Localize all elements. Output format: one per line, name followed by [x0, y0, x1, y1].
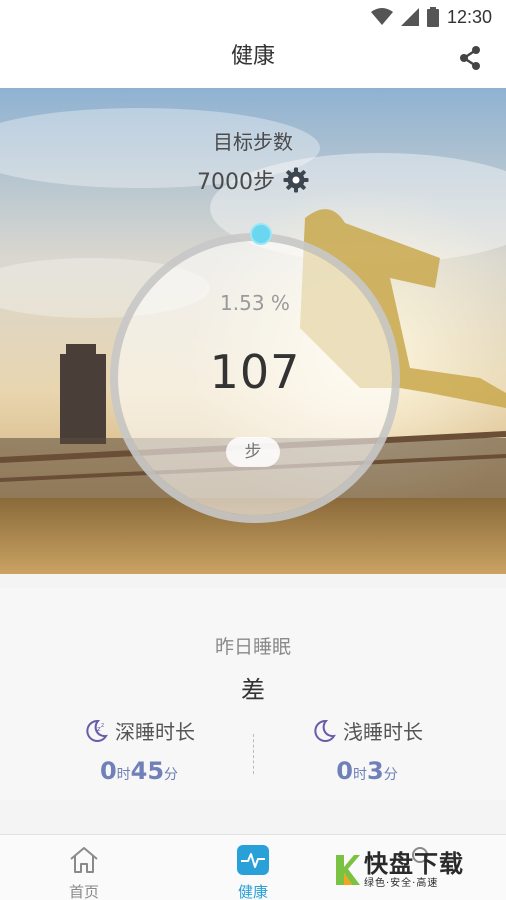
light-sleep-minutes-unit: 分 — [383, 767, 398, 783]
progress-percent: 1.53 % — [220, 291, 290, 315]
light-sleep-hours: 0 — [336, 757, 353, 785]
sleep-divider — [253, 734, 254, 774]
signal-icon — [400, 8, 419, 26]
status-icons: 12:30 — [370, 6, 492, 28]
sleep-title: 昨日睡眠 — [214, 636, 291, 658]
step-progress-ring: 1.53 % 107 步 — [110, 223, 400, 523]
progress-indicator — [250, 223, 272, 245]
nav-tab-health[interactable]: 健康 — [213, 845, 293, 900]
heart-pulse-icon — [237, 845, 269, 875]
deep-sleep-minutes: 45 — [130, 757, 165, 785]
deep-sleep-label: 深睡时长 — [115, 720, 195, 744]
watermark-brand: 快盘下载 — [364, 849, 464, 878]
status-bar: 12:30 — [0, 0, 506, 34]
step-hero: 目标步数 7000步 1.53 % 107 步 — [0, 88, 506, 574]
nav-home-label: 首页 — [68, 883, 99, 900]
light-sleep-header: 浅睡时长 — [262, 716, 472, 745]
deep-sleep-duration: 0时45分 — [34, 757, 244, 785]
light-sleep-label: 浅睡时长 — [343, 720, 423, 744]
brand-logo-icon — [336, 855, 360, 885]
gear-icon[interactable] — [283, 167, 309, 193]
light-sleep-stat: 浅睡时长 0时3分 — [262, 716, 472, 785]
share-icon[interactable] — [456, 44, 484, 72]
watermark-text: 快盘下载 绿色·安全·高速 — [364, 852, 464, 889]
deep-sleep-header: z z 深睡时长 — [34, 716, 244, 745]
step-count: 107 — [209, 345, 301, 399]
status-time: 12:30 — [446, 6, 492, 27]
watermark-slogan: 绿色·安全·高速 — [364, 877, 439, 889]
sleep-card[interactable]: 昨日睡眠 差 z z 深睡时长 0时45分 浅睡时长 0时3分 — [0, 588, 506, 800]
deep-sleep-hours: 0 — [99, 757, 117, 785]
nav-health-label: 健康 — [237, 883, 268, 900]
step-unit-badge: 步 — [226, 437, 280, 467]
page-title: 健康 — [230, 44, 275, 69]
light-sleep-hours-unit: 时 — [353, 767, 367, 783]
app-header: 健康 — [0, 34, 506, 88]
deep-sleep-stat: z z 深睡时长 0时45分 — [34, 716, 244, 785]
battery-icon — [426, 7, 439, 27]
wifi-icon — [370, 8, 393, 25]
deep-sleep-minutes-unit: 分 — [164, 767, 179, 783]
home-icon — [70, 847, 98, 873]
light-sleep-duration: 0时3分 — [262, 757, 472, 785]
moon-zz-icon: z z — [86, 719, 108, 742]
svg-text:z: z — [101, 722, 104, 729]
goal-row: 7000步 — [0, 164, 506, 196]
deep-sleep-hours-unit: 时 — [116, 767, 131, 783]
sleep-quality: 差 — [241, 676, 265, 704]
nav-tab-home[interactable]: 首页 — [44, 845, 124, 900]
goal-value: 7000步 — [197, 170, 275, 195]
watermark-logo: 快盘下载 绿色·安全·高速 — [334, 846, 502, 894]
light-sleep-minutes: 3 — [367, 757, 384, 785]
goal-label: 目标步数 — [213, 130, 293, 154]
moon-icon — [314, 719, 336, 742]
